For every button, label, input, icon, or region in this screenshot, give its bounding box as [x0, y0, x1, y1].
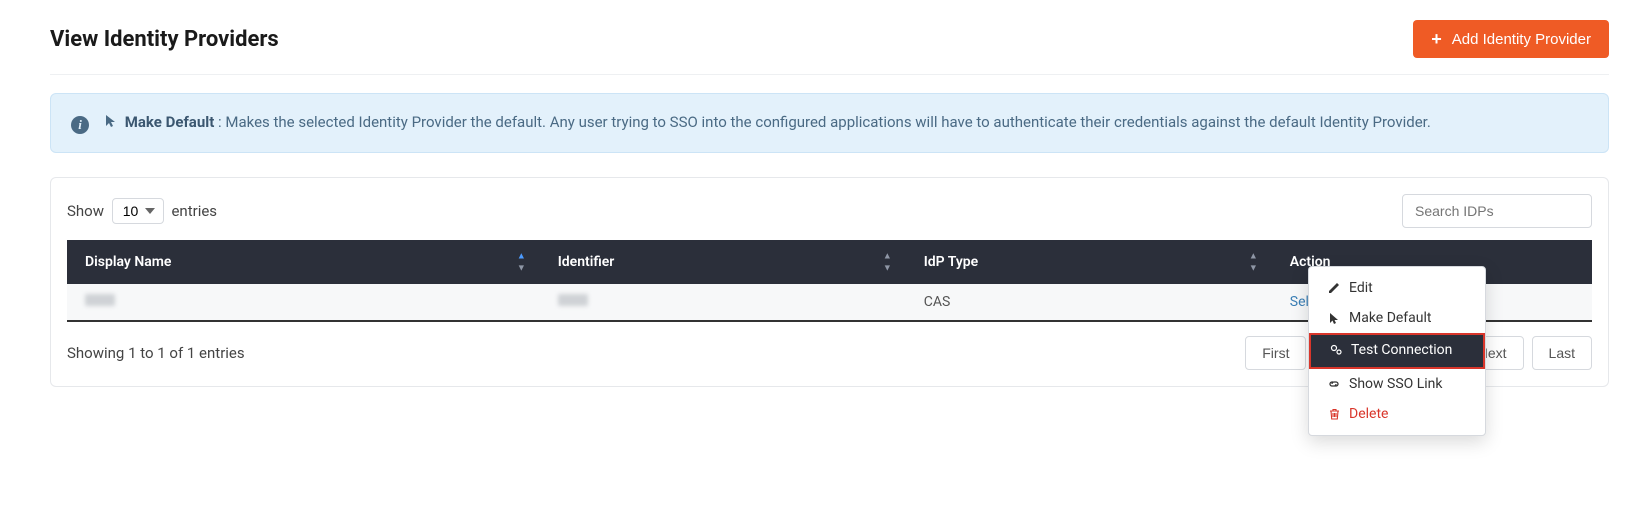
idp-table-card: Show 10 entries Display Name ▲▼ Identifi… [50, 177, 1609, 387]
dropdown-show-sso-link[interactable]: Show SSO Link [1309, 369, 1485, 399]
gears-icon [1329, 344, 1343, 356]
col-display-name[interactable]: Display Name ▲▼ [67, 240, 540, 284]
add-button-label: Add Identity Provider [1452, 31, 1591, 48]
info-description: : Makes the selected Identity Provider t… [218, 113, 1431, 131]
entries-select[interactable]: 10 [112, 198, 164, 224]
cell-display-name [67, 284, 540, 321]
info-icon: i [71, 116, 89, 134]
cursor-icon [105, 111, 117, 135]
page-header: View Identity Providers + Add Identity P… [50, 20, 1609, 75]
cursor-icon [1327, 312, 1341, 324]
link-icon [1327, 378, 1341, 390]
search-input[interactable] [1402, 194, 1592, 228]
dropdown-delete[interactable]: Delete [1309, 399, 1485, 429]
dropdown-edit[interactable]: Edit [1309, 273, 1485, 303]
show-suffix: entries [171, 202, 217, 220]
action-dropdown-menu: Edit Make Default Test Connection Show S… [1308, 266, 1486, 436]
table-info-text: Showing 1 to 1 of 1 entries [67, 344, 245, 362]
info-label: Make Default [125, 113, 215, 131]
cell-identifier [540, 284, 906, 321]
show-prefix: Show [67, 202, 104, 220]
page-first-button[interactable]: First [1245, 336, 1306, 370]
page-last-button[interactable]: Last [1532, 336, 1592, 370]
trash-icon [1327, 408, 1341, 420]
redacted-text [85, 294, 115, 306]
col-idp-type[interactable]: IdP Type ▲▼ [906, 240, 1272, 284]
entries-control: Show 10 entries [67, 198, 217, 224]
cell-idp-type: CAS [906, 284, 1272, 321]
col-identifier[interactable]: Identifier ▲▼ [540, 240, 906, 284]
dropdown-make-default[interactable]: Make Default [1309, 303, 1485, 333]
edit-icon [1327, 282, 1341, 294]
info-callout: i Make Default : Makes the selected Iden… [50, 93, 1609, 153]
redacted-text [558, 294, 588, 306]
dropdown-test-connection[interactable]: Test Connection [1309, 333, 1485, 369]
add-identity-provider-button[interactable]: + Add Identity Provider [1413, 20, 1609, 58]
page-title: View Identity Providers [50, 27, 279, 52]
plus-icon: + [1431, 30, 1442, 48]
